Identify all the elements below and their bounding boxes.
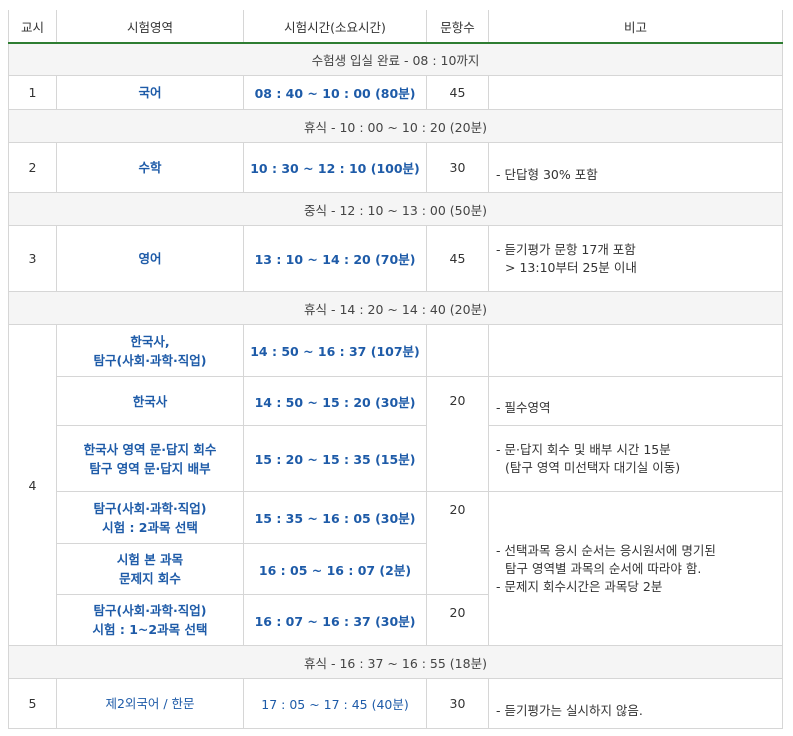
header-subject: 시험영역 [56,10,244,44]
count-cell: 30 [426,142,489,193]
time-cell: 17 : 05 ~ 17 : 45 (40분) [243,678,427,729]
subject-cell: 시험 본 과목 문제지 회수 [56,543,244,595]
time-cell: 15 : 35 ~ 16 : 05 (30분) [243,491,427,544]
subject-cell: 수학 [56,142,244,193]
subject-line-2: 문제지 회수 [119,571,181,586]
note-text: - 듣기평가는 실시하지 않음. [496,702,643,718]
band-break-3-text: 휴식 - 16 : 37 ~ 16 : 55 (18분) [8,645,783,679]
subject-cell: 탐구(사회·과학·직업) 시험 : 1~2과목 선택 [56,594,244,646]
row-period-4-sheet-exchange: 한국사 영역 문·답지 회수 탐구 영역 문·답지 배부 15 : 20 ~ 1… [9,425,783,492]
count-cell: 20 [426,594,489,646]
period-cell: 1 [8,75,57,110]
time-cell: 15 : 20 ~ 15 : 35 (15분) [243,425,427,492]
band-break-2: 휴식 - 14 : 20 ~ 14 : 40 (20분) [8,291,783,325]
header-period: 교시 [8,10,57,44]
note-cell: - 듣기평가 문항 17개 포함 > 13:10부터 25분 이내 [488,225,783,292]
subject-line-1: 한국사 영역 문·답지 회수 [83,441,217,457]
time-cell: 08 : 40 ~ 10 : 00 (80분) [243,75,427,110]
band-break-3: 휴식 - 16 : 37 ~ 16 : 55 (18분) [8,645,783,679]
subject-cell: 탐구(사회·과학·직업) 시험 : 2과목 선택 [56,491,244,544]
time-cell: 16 : 07 ~ 16 : 37 (30분) [243,594,427,646]
note-cell [488,75,783,110]
row-period-2: 2 수학 10 : 30 ~ 12 : 10 (100분) 30 - 단답형 3… [8,142,783,193]
count-cell: 45 [426,75,489,110]
subject-line-2: 시험 : 1~2과목 선택 [92,622,208,637]
subject-line-1: 탐구(사회·과학·직업) [93,603,207,618]
band-break-2-text: 휴식 - 14 : 20 ~ 14 : 40 (20분) [8,291,783,325]
note-cell: - 단답형 30% 포함 [488,142,783,193]
note-text: - 단답형 30% 포함 [496,166,598,182]
subject-line-1: 시험 본 과목 [116,552,184,567]
band-entry-text: 수험생 입실 완료 - 08 : 10까지 [8,42,783,76]
band-break-1: 휴식 - 10 : 00 ~ 10 : 20 (20분) [8,109,783,143]
subject-cell: 영어 [56,225,244,292]
row-period-5: 5 제2외국어 / 한문 17 : 05 ~ 17 : 45 (40분) 30 … [8,678,783,729]
count-cell: 30 [426,678,489,729]
subject-cell: 한국사 영역 문·답지 회수 탐구 영역 문·답지 배부 [56,425,244,492]
time-cell: 13 : 10 ~ 14 : 20 (70분) [243,225,427,292]
band-lunch-text: 중식 - 12 : 10 ~ 13 : 00 (50분) [8,192,783,226]
note-line-3: - 문제지 회수시간은 과목당 2분 [496,578,663,594]
row-period-3: 3 영어 13 : 10 ~ 14 : 20 (70분) 45 - 듣기평가 문… [8,225,783,292]
period-cell: 4 [8,324,57,646]
header-row: 교시 시험영역 시험시간(소요시간) 문항수 비고 [8,10,783,44]
band-break-1-text: 휴식 - 10 : 00 ~ 10 : 20 (20분) [8,109,783,143]
time-cell: 16 : 05 ~ 16 : 07 (2분) [243,543,427,595]
header-time: 시험시간(소요시간) [243,10,427,44]
note-line-1: - 선택과목 응시 순서는 응시원서에 명기된 [496,542,716,558]
period-cell: 5 [8,678,57,729]
row-period-4-korean-history: 한국사 14 : 50 ~ 15 : 20 (30분) 20 - 필수영역 [9,376,783,492]
note-cell: - 문·답지 회수 및 배부 시간 15분 (탐구 영역 미선택자 대기실 이동… [488,425,783,492]
row-period-1: 1 국어 08 : 40 ~ 10 : 00 (80분) 45 [8,75,783,110]
subject-line-2: 탐구(사회·과학·직업) [93,352,207,368]
note-text: - 필수영역 [496,400,551,415]
band-entry: 수험생 입실 완료 - 08 : 10까지 [8,42,783,76]
subject-cell: 한국사 [56,376,244,426]
time-cell: 14 : 50 ~ 15 : 20 (30분) [243,376,427,426]
subject-cell: 제2외국어 / 한문 [56,678,244,729]
note-line-2: (탐구 영역 미선택자 대기실 이동) [505,459,681,475]
time-cell: 14 : 50 ~ 16 : 37 (107분) [243,324,427,377]
count-cell: 20 [426,376,489,492]
subject-cell: 국어 [56,75,244,110]
subject-line-2: 시험 : 2과목 선택 [102,519,198,535]
note-cell [488,324,783,377]
note-line-2: 탐구 영역별 과목의 순서에 따라야 함. [505,560,702,576]
subject-line-2: 탐구 영역 문·답지 배부 [89,460,211,476]
subject-cell: 한국사, 탐구(사회·과학·직업) [56,324,244,377]
row-period-4-inquiry-2: 탐구(사회·과학·직업) 시험 : 2과목 선택 15 : 35 ~ 16 : … [9,491,783,646]
subject-line-1: 탐구(사회·과학·직업) [93,500,207,516]
note-line-1: - 문·답지 회수 및 배부 시간 15분 [496,441,671,457]
subject-line-1: 한국사, [130,333,170,349]
time-cell: 10 : 30 ~ 12 : 10 (100분) [243,142,427,193]
note-line-2: > 13:10부터 25분 이내 [505,259,637,275]
note-cell: - 필수영역 [488,376,783,426]
band-lunch: 중식 - 12 : 10 ~ 13 : 00 (50분) [8,192,783,226]
count-cell [426,324,489,377]
note-cell: - 듣기평가는 실시하지 않음. [488,678,783,729]
header-count: 문항수 [426,10,489,44]
period-cell: 2 [8,142,57,193]
note-cell: - 선택과목 응시 순서는 응시원서에 명기된 탐구 영역별 과목의 순서에 따… [488,491,783,646]
exam-schedule-table: 교시 시험영역 시험시간(소요시간) 문항수 비고 수험생 입실 완료 - 08… [8,10,783,729]
note-line-1: - 듣기평가 문항 17개 포함 [496,241,636,257]
period-cell: 3 [8,225,57,292]
header-note: 비고 [488,10,783,44]
count-cell: 45 [426,225,489,292]
count-cell: 20 [426,491,489,595]
row-period-4-overall: 4 한국사, 탐구(사회·과학·직업) 14 : 50 ~ 16 : 37 (1… [8,324,783,646]
